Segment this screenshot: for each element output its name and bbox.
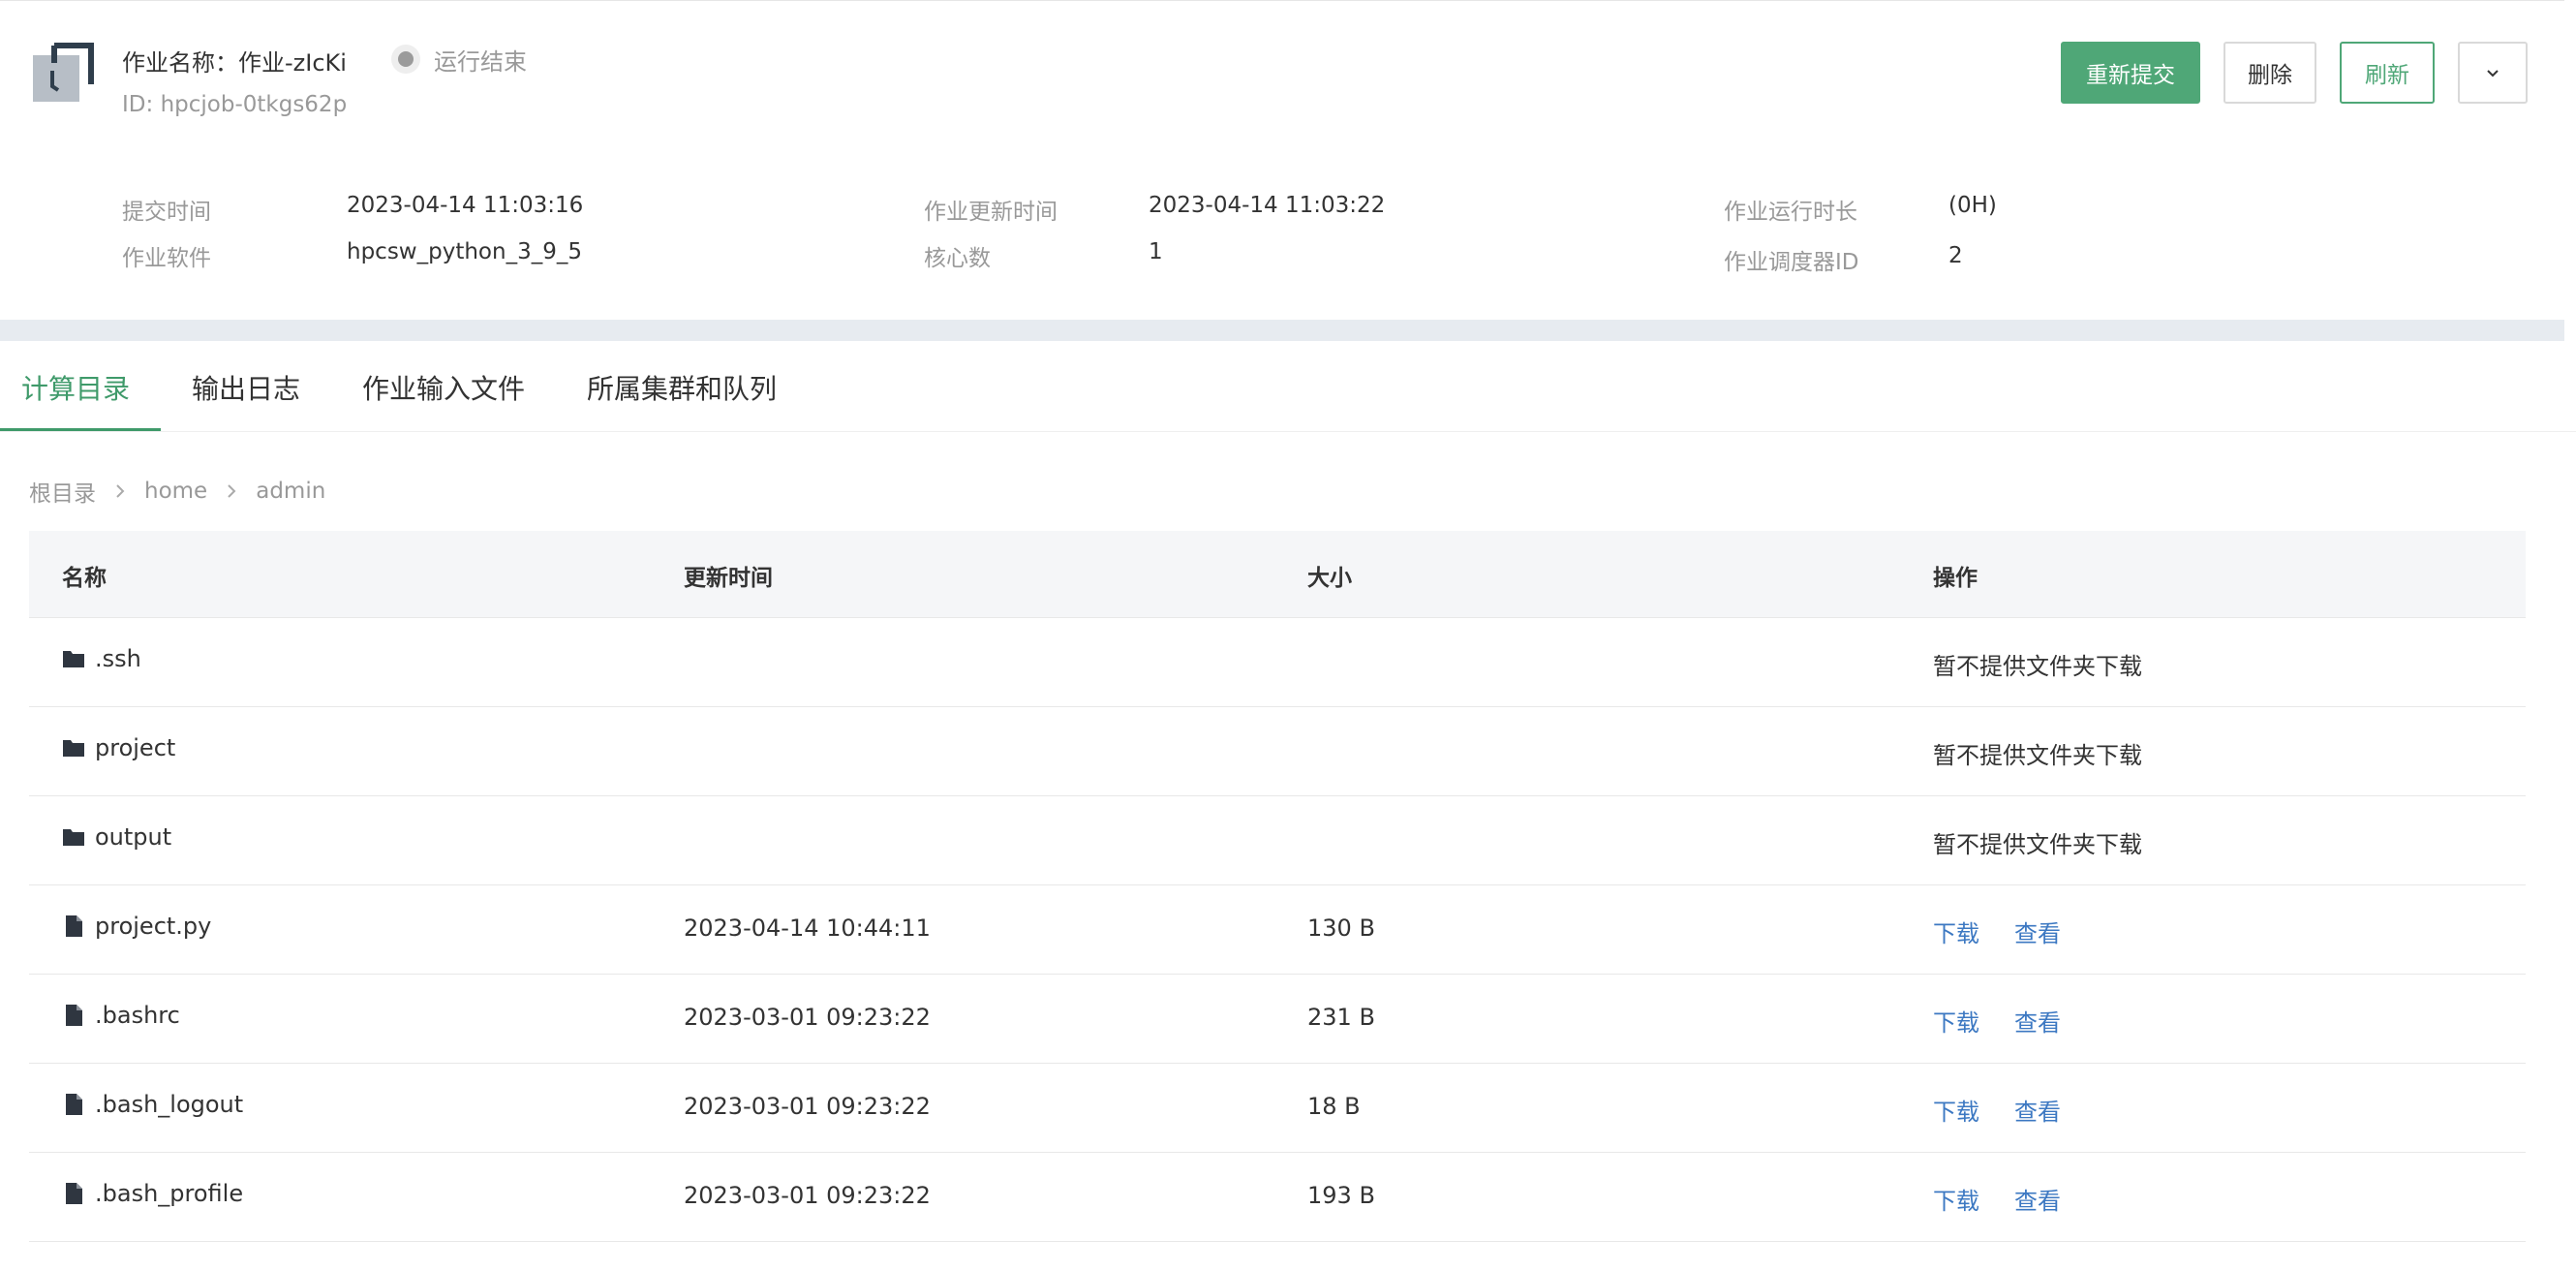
job-name-value: 作业-zIcKi	[238, 49, 347, 77]
update-time-label: 作业更新时间	[924, 200, 1058, 225]
file-size: 130 B	[1307, 914, 1375, 942]
job-name: 作业名称：作业-zIcKi	[122, 44, 347, 78]
file-name[interactable]: .bash_profile	[95, 1180, 243, 1207]
tab-output-log[interactable]: 输出日志	[192, 368, 300, 407]
file-icon	[66, 915, 82, 937]
job-status: 运行结束	[391, 42, 527, 77]
active-tab-indicator	[0, 428, 161, 431]
table-row: .bash_logout 2023-03-01 09:23:22 18 B 下载…	[29, 1064, 2526, 1153]
tab-input-files[interactable]: 作业输入文件	[362, 368, 525, 407]
table-row: project 暂不提供文件夹下载	[29, 707, 2526, 796]
submit-time-value: 2023-04-14 11:03:16	[347, 193, 584, 218]
file-update-time: 2023-03-01 09:23:22	[684, 1182, 931, 1209]
cores-label: 核心数	[924, 246, 991, 271]
job-detail-page: 作业名称：作业-zIcKi 运行结束 ID: hpcjob-0tkgs62p 重…	[0, 0, 2576, 1271]
chevron-right-icon	[207, 481, 256, 501]
chevron-right-icon	[96, 481, 144, 501]
file-name-cell[interactable]: .bashrc	[62, 1002, 180, 1029]
file-update-time: 2023-04-14 10:44:11	[684, 914, 931, 942]
file-name[interactable]: .bash_logout	[95, 1091, 243, 1118]
column-header-name: 名称	[62, 566, 107, 591]
chevron-down-icon	[2487, 70, 2499, 78]
table-row: project.py 2023-04-14 10:44:11 130 B 下载 …	[29, 885, 2526, 975]
file-size: 231 B	[1307, 1004, 1375, 1031]
download-link[interactable]: 下载	[1933, 1182, 1979, 1216]
view-link[interactable]: 查看	[2014, 1093, 2061, 1127]
tab-bar: 计算目录 输出日志 作业输入文件 所属集群和队列	[0, 341, 2576, 432]
job-id: ID: hpcjob-0tkgs62p	[122, 92, 347, 117]
file-update-time: 2023-03-01 09:23:22	[684, 1093, 931, 1120]
scheduler-id-label: 作业调度器ID	[1724, 250, 1859, 275]
download-link[interactable]: 下载	[1933, 914, 1979, 948]
table-row: .ssh 暂不提供文件夹下载	[29, 618, 2526, 707]
job-id-label: ID:	[122, 92, 161, 117]
resubmit-button[interactable]: 重新提交	[2061, 42, 2200, 104]
file-name[interactable]: .bashrc	[95, 1002, 180, 1029]
folder-download-note: 暂不提供文件夹下载	[1933, 831, 2142, 858]
breadcrumb: 根目录 home admin	[29, 475, 325, 508]
file-name-cell[interactable]: .ssh	[62, 645, 141, 672]
file-update-time: 2023-03-01 09:23:22	[684, 1004, 931, 1031]
folder-icon	[63, 651, 84, 667]
submit-time-label: 提交时间	[122, 200, 211, 225]
table-header: 名称 更新时间 大小 操作	[29, 531, 2526, 618]
table-row: .bash_profile 2023-03-01 09:23:22 193 B …	[29, 1153, 2526, 1242]
tab-cluster-queue[interactable]: 所属集群和队列	[587, 368, 777, 407]
software-label: 作业软件	[122, 246, 211, 271]
folder-icon	[63, 829, 84, 846]
duration-value: (0H)	[1948, 193, 1997, 218]
duration-label: 作业运行时长	[1724, 200, 1857, 225]
download-link[interactable]: 下载	[1933, 1093, 1979, 1127]
table-row: output 暂不提供文件夹下载	[29, 796, 2526, 885]
tab-compute-directory[interactable]: 计算目录	[21, 368, 130, 407]
job-name-label: 作业名称：	[122, 49, 238, 77]
view-link[interactable]: 查看	[2014, 1182, 2061, 1216]
breadcrumb-root[interactable]: 根目录	[29, 475, 96, 508]
folder-icon	[63, 740, 84, 757]
column-header-update-time: 更新时间	[684, 566, 773, 591]
file-name-cell[interactable]: project	[62, 734, 175, 761]
more-actions-button[interactable]	[2458, 42, 2528, 104]
breadcrumb-home[interactable]: home	[144, 479, 207, 504]
folder-download-note: 暂不提供文件夹下载	[1933, 742, 2142, 769]
file-name-cell[interactable]: .bash_profile	[62, 1180, 243, 1207]
cores-value: 1	[1149, 239, 1163, 264]
file-icon	[66, 1183, 82, 1204]
breadcrumb-admin[interactable]: admin	[256, 479, 325, 504]
file-name[interactable]: output	[95, 823, 171, 851]
file-name[interactable]: project.py	[95, 913, 211, 940]
delete-button[interactable]: 删除	[2223, 42, 2316, 104]
scheduler-id-value: 2	[1948, 243, 1963, 268]
download-link[interactable]: 下载	[1933, 1004, 1979, 1038]
file-icon	[66, 1005, 82, 1026]
file-name-cell[interactable]: project.py	[62, 913, 211, 940]
column-header-actions: 操作	[1933, 566, 1978, 591]
file-name-cell[interactable]: .bash_logout	[62, 1091, 243, 1118]
section-divider	[0, 320, 2564, 341]
file-size: 18 B	[1307, 1093, 1361, 1120]
job-icon	[33, 43, 94, 102]
update-time-value: 2023-04-14 11:03:22	[1149, 193, 1386, 218]
job-id-value: hpcjob-0tkgs62p	[160, 92, 348, 117]
refresh-button[interactable]: 刷新	[2340, 42, 2435, 104]
view-link[interactable]: 查看	[2014, 914, 2061, 948]
status-dot-icon	[391, 45, 420, 74]
table-row: .bashrc 2023-03-01 09:23:22 231 B 下载 查看	[29, 975, 2526, 1064]
file-name[interactable]: .ssh	[95, 645, 141, 672]
file-table: 名称 更新时间 大小 操作 .ssh 暂不提供文件夹下载 project 暂不提…	[29, 531, 2526, 1242]
file-name-cell[interactable]: output	[62, 823, 171, 851]
view-link[interactable]: 查看	[2014, 1004, 2061, 1038]
file-icon	[66, 1094, 82, 1115]
column-header-size: 大小	[1307, 566, 1352, 591]
file-size: 193 B	[1307, 1182, 1375, 1209]
folder-download-note: 暂不提供文件夹下载	[1933, 653, 2142, 680]
software-value: hpcsw_python_3_9_5	[347, 239, 582, 264]
job-header: 作业名称：作业-zIcKi 运行结束 ID: hpcjob-0tkgs62p 重…	[0, 0, 2564, 320]
file-name[interactable]: project	[95, 734, 175, 761]
job-status-text: 运行结束	[434, 47, 527, 76]
